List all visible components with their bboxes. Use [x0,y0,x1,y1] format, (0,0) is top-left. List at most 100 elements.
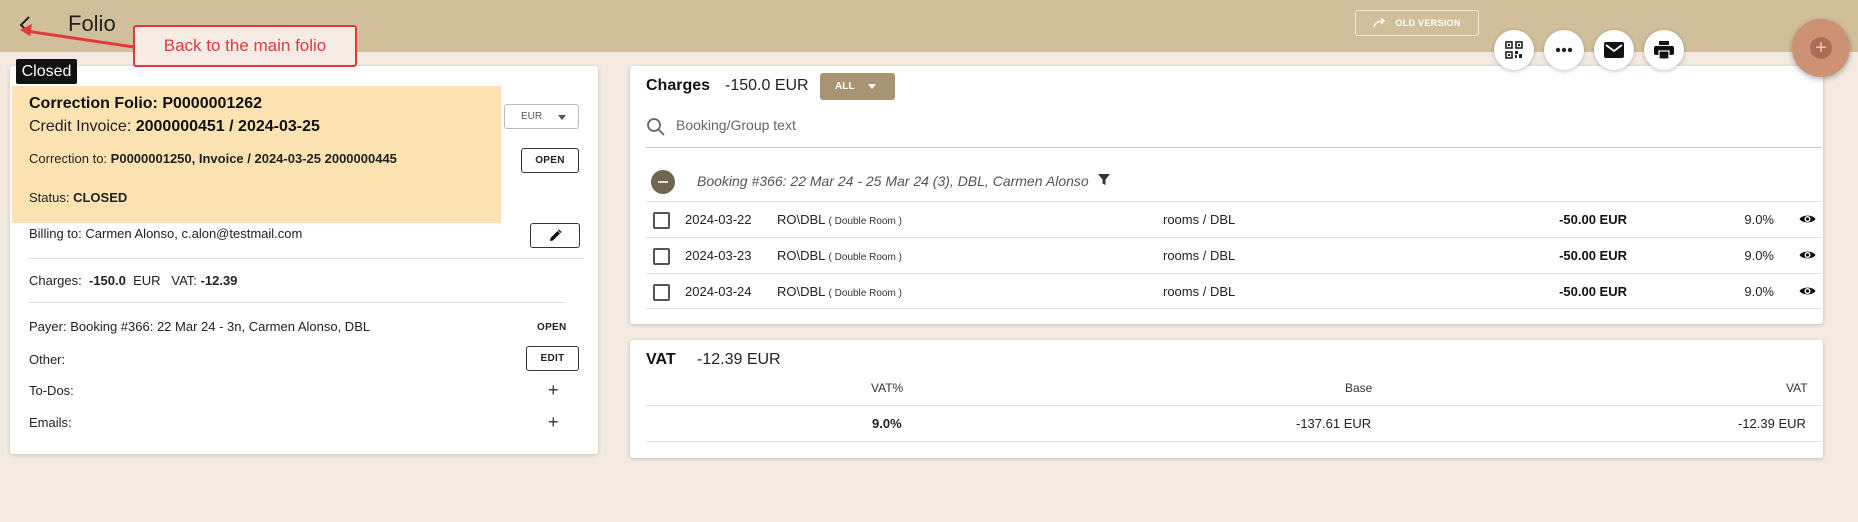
divider [646,441,1822,442]
charge-code-value: RO\DBL [777,284,825,299]
vat-title: VAT [646,351,676,368]
correction-to: Correction to: P0000001250, Invoice / 20… [29,151,397,166]
charges-total: -150.0 EUR [725,77,809,94]
currency-value: EUR [521,111,543,122]
row-checkbox[interactable] [653,248,670,265]
charges-label: Charges: [29,273,82,288]
charge-amount: -50.00 EUR [1559,212,1627,227]
credit-invoice: Credit Invoice: 2000000451 / 2024-03-25 [29,118,320,136]
old-version-label: OLD VERSION [1395,18,1461,28]
credit-invoice-label: Credit Invoice: [29,118,132,135]
add-email-icon[interactable]: + [548,413,559,431]
vat-amount-header: VAT [1786,381,1808,395]
page-title: Folio [68,11,116,36]
table-row: 2024-03-23 RO\DBL ( Double Room ) rooms … [646,237,1822,273]
row-checkbox[interactable] [653,212,670,229]
vat-base-cell: -137.61 EUR [1296,416,1372,431]
folio-status: Status: CLOSED [29,190,127,205]
old-version-button[interactable]: OLD VERSION [1355,10,1479,36]
charge-code-detail: ( Double Room ) [828,288,902,299]
charge-category: rooms / DBL [1163,284,1236,299]
vat-total: -12.39 EUR [697,351,781,368]
charge-code: RO\DBL ( Double Room ) [777,212,902,227]
eye-icon[interactable] [1799,249,1816,261]
charge-date: 2024-03-23 [685,248,752,263]
print-button[interactable] [1644,30,1684,70]
charge-code-detail: ( Double Room ) [828,216,902,227]
filter-label: ALL [835,81,855,92]
table-row: 2024-03-24 RO\DBL ( Double Room ) rooms … [646,273,1822,309]
email-button[interactable] [1594,30,1634,70]
correction-label: Correction to: [29,151,108,166]
add-todo-icon[interactable]: + [548,381,559,399]
vat-base-header: Base [1345,381,1373,395]
charge-code: RO\DBL ( Double Room ) [777,248,902,263]
qr-code-icon [1505,41,1523,59]
table-row: 2024-03-22 RO\DBL ( Double Room ) rooms … [646,201,1822,237]
back-button[interactable] [10,10,40,40]
emails-label: Emails: [29,415,72,430]
charges-currency: EUR [133,273,161,288]
open-invoice-button[interactable]: OPEN [521,148,579,173]
status-badge: Closed [16,59,77,84]
search-field [646,114,1822,148]
billing-label: Billing to: [29,226,82,241]
booking-group-label: Booking #366: 22 Mar 24 - 25 Mar 24 (3),… [697,173,1089,189]
eye-icon[interactable] [1799,285,1816,297]
charge-vat: 9.0% [1744,248,1774,263]
divider [28,258,584,259]
billing-to: Billing to: Carmen Alonso, c.alon@testma… [29,226,302,241]
charge-code: RO\DBL ( Double Room ) [777,284,902,299]
collapse-group-button[interactable] [651,170,675,194]
payer-value: Booking #366: 22 Mar 24 - 3n, Carmen Alo… [70,319,371,334]
search-input[interactable] [676,117,1176,133]
more-options-button[interactable] [1544,30,1584,70]
charge-code-value: RO\DBL [777,248,825,263]
charge-vat: 9.0% [1744,284,1774,299]
divider [28,302,566,303]
minus-icon [658,181,668,183]
status-label: Status: [29,190,70,205]
chevron-left-icon [19,16,30,34]
row-checkbox[interactable] [653,284,670,301]
payer-label: Payer: [29,319,67,334]
search-icon [647,118,665,136]
vat-amount-cell: -12.39 EUR [1738,416,1806,431]
vat-label: VAT: [171,273,197,288]
todos-label: To-Dos: [29,383,74,398]
charge-amount: -50.00 EUR [1559,284,1627,299]
edit-other-button[interactable]: EDIT [526,346,579,371]
charge-category: rooms / DBL [1163,212,1236,227]
charge-code-detail: ( Double Room ) [828,252,902,263]
charges-filter-dropdown[interactable]: ALL [820,73,895,100]
status-value: CLOSED [73,190,128,205]
charges-title: Charges [646,77,711,94]
more-horizontal-icon [1555,47,1573,53]
charge-vat: 9.0% [1744,212,1774,227]
currency-select[interactable]: EUR [504,104,579,129]
chevron-down-icon [558,115,566,120]
add-fab-button[interactable]: + [1792,19,1850,77]
eye-icon[interactable] [1799,213,1816,225]
vat-rate-header: VAT% [871,381,904,395]
credit-invoice-value: 2000000451 / 2024-03-25 [135,118,320,135]
redo-arrow-icon [1373,18,1386,28]
charge-date: 2024-03-22 [685,212,752,227]
charge-date: 2024-03-24 [685,284,752,299]
open-payer-button[interactable]: OPEN [537,322,567,333]
correction-value: P0000001250, Invoice / 2024-03-25 200000… [110,151,397,166]
add-icon: + [1810,37,1832,59]
annotation-callout: Back to the main folio [133,25,357,67]
charge-category: rooms / DBL [1163,248,1236,263]
edit-billing-button[interactable] [530,223,580,248]
other-label: Other: [29,352,66,367]
charge-amount: -50.00 EUR [1559,248,1627,263]
chevron-down-icon [868,84,877,89]
email-icon [1604,42,1624,58]
qr-code-button[interactable] [1494,30,1534,70]
charges-summary: Charges: -150.0 EUR VAT: -12.39 [29,273,237,288]
pencil-icon [550,228,562,241]
filter-icon[interactable] [1098,174,1110,186]
billing-value: Carmen Alonso, c.alon@testmail.com [85,226,303,241]
print-icon [1654,41,1674,59]
